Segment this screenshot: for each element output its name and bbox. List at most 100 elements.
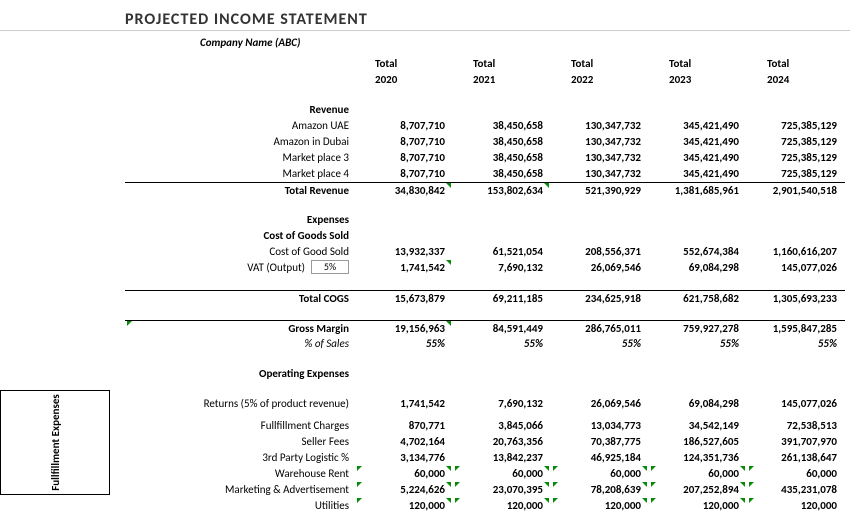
cell: 345,421,490 — [649, 150, 747, 166]
row-label: Utilities — [125, 498, 355, 514]
cell: 46,925,184 — [551, 450, 649, 466]
header-row-years: 2020 2021 2022 2023 2024 — [125, 72, 845, 88]
cell: 23,070,395 — [453, 482, 551, 498]
cell: 130,347,732 — [551, 150, 649, 166]
table-row: Marketing & Advertisement 5,224,626 23,0… — [125, 482, 845, 498]
cell: 145,077,026 — [747, 260, 845, 276]
cell: 3,845,066 — [453, 418, 551, 434]
cell: 7,690,132 — [453, 396, 551, 412]
row-label: Returns (5% of product revenue) — [125, 396, 355, 412]
cell: 1,595,847,285 — [747, 321, 845, 336]
cell: 870,771 — [355, 418, 453, 434]
cell: 186,527,605 — [649, 434, 747, 450]
title-divider — [0, 30, 850, 31]
cell: 72,538,513 — [747, 418, 845, 434]
cell: 621,758,682 — [649, 291, 747, 306]
cell: 60,000 — [453, 466, 551, 482]
cell: 19,156,963 — [355, 321, 453, 336]
table-row: Market place 4 8,707,710 38,450,658 130,… — [125, 166, 845, 182]
section-header-cogs: Cost of Goods Sold — [125, 228, 845, 244]
page-title: PROJECTED INCOME STATEMENT — [125, 10, 368, 29]
row-label: Total COGS — [125, 291, 355, 306]
col-year: 2024 — [747, 72, 845, 88]
cell: 552,674,384 — [649, 244, 747, 260]
cell: 8,707,710 — [355, 134, 453, 150]
side-tab-label: Fullfillment Expenses — [49, 394, 62, 491]
cell: 20,763,356 — [453, 434, 551, 450]
cell: 60,000 — [551, 466, 649, 482]
cell: 725,385,129 — [747, 118, 845, 134]
table-row: Market place 3 8,707,710 38,450,658 130,… — [125, 150, 845, 166]
cell: 261,138,647 — [747, 450, 845, 466]
cell: 70,387,775 — [551, 434, 649, 450]
cell: 5,224,626 — [355, 482, 453, 498]
col-header: Total — [355, 56, 453, 72]
vat-label: VAT (Output) — [247, 261, 305, 274]
table-row: Warehouse Rent 60,000 60,000 60,000 60,0… — [125, 466, 845, 482]
table-row: Utilities 120,000 120,000 120,000 120,00… — [125, 498, 845, 514]
cell: 55% — [551, 336, 649, 352]
income-statement-table: Total Total Total Total Total 2020 2021 … — [125, 56, 845, 514]
cell: 4,702,164 — [355, 434, 453, 450]
table-row-vat: VAT (Output) 5% 1,741,542 7,690,132 26,0… — [125, 260, 845, 276]
cell: 391,707,970 — [747, 434, 845, 450]
cell: 84,591,449 — [453, 321, 551, 336]
table-row: 3rd Party Logistic % 3,134,776 13,842,23… — [125, 450, 845, 466]
cell: 124,351,736 — [649, 450, 747, 466]
row-label: Total Revenue — [125, 183, 355, 198]
cell: 725,385,129 — [747, 150, 845, 166]
cell: 120,000 — [355, 498, 453, 514]
cell: 60,000 — [747, 466, 845, 482]
cell: 1,305,693,233 — [747, 291, 845, 306]
cell: 3,134,776 — [355, 450, 453, 466]
cell: 15,673,879 — [355, 291, 453, 306]
col-year: 2021 — [453, 72, 551, 88]
cell: 725,385,129 — [747, 134, 845, 150]
cell: 120,000 — [649, 498, 747, 514]
table-row-total-revenue: Total Revenue 34,830,842 153,802,634 521… — [125, 182, 845, 198]
cell: 1,381,685,961 — [649, 183, 747, 198]
cell: 38,450,658 — [453, 166, 551, 182]
table-row: Returns (5% of product revenue) 1,741,54… — [125, 396, 845, 412]
row-label: Fullfillment Charges — [125, 418, 355, 434]
section-header-expenses: Expenses — [125, 212, 845, 228]
row-label: Amazon UAE — [125, 118, 355, 134]
table-row: Seller Fees 4,702,164 20,763,356 70,387,… — [125, 434, 845, 450]
table-row: Amazon UAE 8,707,710 38,450,658 130,347,… — [125, 118, 845, 134]
cell: 120,000 — [747, 498, 845, 514]
table-row-total-cogs: Total COGS 15,673,879 69,211,185 234,625… — [125, 290, 845, 306]
col-header: Total — [747, 56, 845, 72]
cell: 38,450,658 — [453, 150, 551, 166]
col-header: Total — [453, 56, 551, 72]
cell: 8,707,710 — [355, 118, 453, 134]
cell: 234,625,918 — [551, 291, 649, 306]
col-year: 2022 — [551, 72, 649, 88]
cell: 120,000 — [453, 498, 551, 514]
opex-header: Operating Expenses — [125, 366, 355, 382]
cell: 26,069,546 — [551, 260, 649, 276]
section-header-revenue: Revenue — [125, 102, 845, 118]
cell: 78,208,639 — [551, 482, 649, 498]
table-row: Cost of Good Sold 13,932,337 61,521,054 … — [125, 244, 845, 260]
revenue-header: Revenue — [125, 102, 355, 118]
cell: 13,034,773 — [551, 418, 649, 434]
cell: 69,084,298 — [649, 396, 747, 412]
cell: 1,160,616,207 — [747, 244, 845, 260]
cell: 208,556,371 — [551, 244, 649, 260]
cell: 759,927,278 — [649, 321, 747, 336]
table-row: Fullfillment Charges 870,771 3,845,066 1… — [125, 418, 845, 434]
cell: 145,077,026 — [747, 396, 845, 412]
cell: 130,347,732 — [551, 118, 649, 134]
cell: 8,707,710 — [355, 166, 453, 182]
cell: 345,421,490 — [649, 134, 747, 150]
cell: 286,765,011 — [551, 321, 649, 336]
row-label: Marketing & Advertisement — [125, 482, 355, 498]
section-header-opex: Operating Expenses — [125, 366, 845, 382]
col-year: 2020 — [355, 72, 453, 88]
cell: 345,421,490 — [649, 118, 747, 134]
table-row-gross-margin: Gross Margin 19,156,963 84,591,449 286,7… — [125, 320, 845, 336]
cell: 69,211,185 — [453, 291, 551, 306]
vat-input[interactable]: 5% — [311, 260, 349, 274]
cell: 345,421,490 — [649, 166, 747, 182]
row-label: Amazon in Dubai — [125, 134, 355, 150]
